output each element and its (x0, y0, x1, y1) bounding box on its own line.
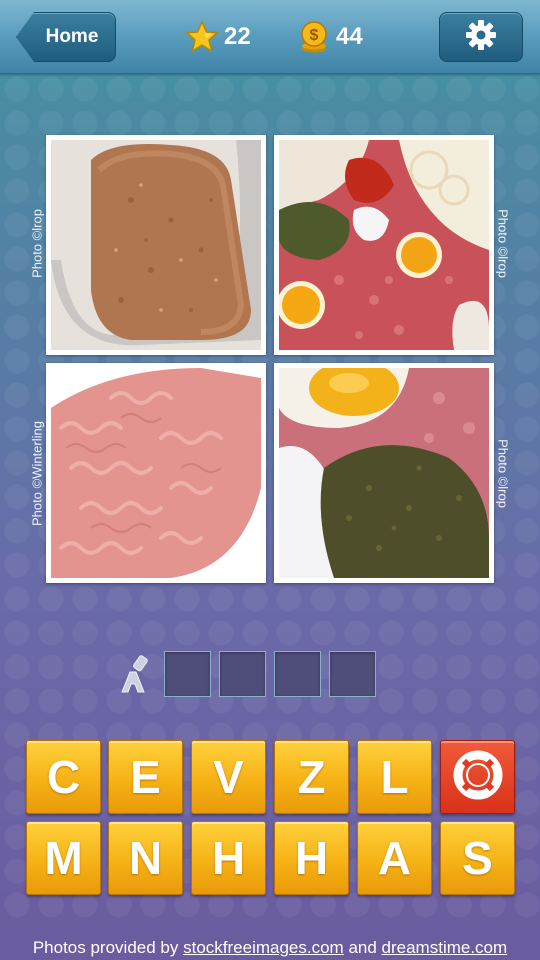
photo-tile-2[interactable] (274, 135, 494, 355)
letter-tile[interactable]: H (274, 821, 349, 895)
reveal-letter-hint-icon[interactable] (116, 652, 152, 696)
answer-slot-3[interactable] (274, 651, 321, 697)
dreamstime-link[interactable]: dreamstime.com (382, 938, 508, 957)
answer-slot-4[interactable] (329, 651, 376, 697)
letter-tile[interactable]: N (108, 821, 183, 895)
gear-icon (464, 18, 498, 57)
settings-button[interactable] (439, 12, 523, 62)
meat-egg-herbs-photo (279, 368, 489, 578)
star-icon (184, 19, 220, 55)
answer-slot-2[interactable] (219, 651, 266, 697)
letter-tile[interactable]: V (191, 740, 266, 814)
coin-icon: $ (296, 19, 332, 55)
stars-count: 22 (224, 23, 251, 50)
footer-middle: and (343, 938, 382, 957)
top-bar: Home 22 $ 44 (0, 0, 540, 74)
coins-counter: $ 44 (296, 18, 363, 56)
letter-tile[interactable]: Z (274, 740, 349, 814)
photo-attribution-footer: Photos provided by stockfreeimages.com a… (0, 936, 540, 960)
photo-credit-3: Photo ©Winterling (29, 421, 45, 526)
photo-tile-1[interactable] (46, 135, 266, 355)
lifebuoy-icon (453, 750, 503, 805)
stockfreeimages-link[interactable]: stockfreeimages.com (183, 938, 344, 957)
photo-tile-4[interactable] (274, 363, 494, 583)
photo-credit-2: Photo ©lrop (495, 209, 511, 278)
answer-slot-1[interactable] (164, 651, 211, 697)
home-button[interactable]: Home (16, 12, 116, 62)
svg-text:$: $ (310, 27, 319, 44)
photo-credit-1: Photo ©lrop (29, 209, 45, 278)
letter-tile[interactable]: L (357, 740, 432, 814)
footer-prefix: Photos provided by (32, 938, 184, 957)
minced-meat-spices-photo (279, 140, 489, 350)
coins-count: 44 (336, 23, 363, 50)
stars-counter: 22 (184, 18, 251, 56)
letter-tile[interactable]: H (191, 821, 266, 895)
meatloaf-photo (51, 140, 261, 350)
letter-tile[interactable]: A (357, 821, 432, 895)
letter-tile[interactable]: C (26, 740, 101, 814)
raw-minced-meat-photo (51, 368, 261, 578)
home-button-label: Home (45, 26, 99, 47)
help-button[interactable] (440, 740, 515, 814)
photo-tile-3[interactable] (46, 363, 266, 583)
letter-tile[interactable]: M (26, 821, 101, 895)
letter-tile[interactable]: E (108, 740, 183, 814)
photo-credit-4: Photo ©lrop (495, 439, 511, 508)
letter-tile[interactable]: S (440, 821, 515, 895)
